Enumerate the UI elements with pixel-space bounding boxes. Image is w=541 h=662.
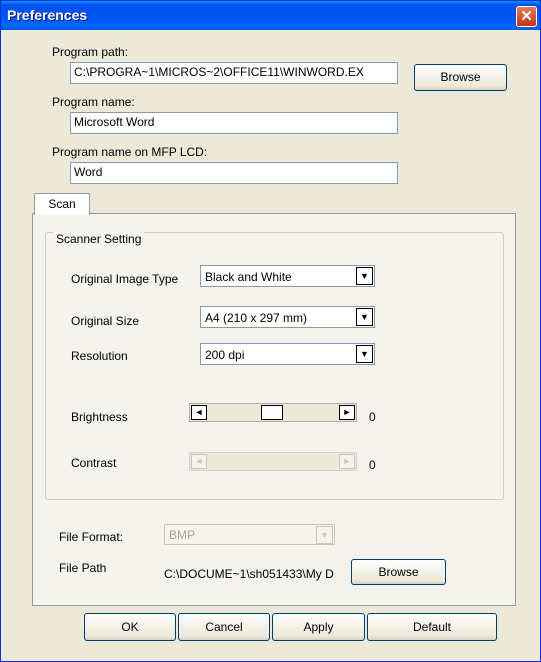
- ok-button[interactable]: OK: [84, 613, 176, 641]
- default-button[interactable]: Default: [367, 613, 497, 641]
- scanner-setting-label: Scanner Setting: [53, 232, 145, 246]
- contrast-slider[interactable]: ◄ ►: [189, 452, 357, 471]
- title-bar[interactable]: Preferences ✕: [1, 1, 540, 30]
- file-format-select[interactable]: BMP ▼: [164, 524, 335, 545]
- scroll-left-icon[interactable]: ◄: [191, 454, 207, 469]
- brightness-slider[interactable]: ◄ ►: [189, 403, 357, 422]
- program-name-input[interactable]: Microsoft Word: [70, 112, 398, 134]
- contrast-label: Contrast: [71, 456, 117, 470]
- scroll-right-icon[interactable]: ►: [339, 405, 355, 420]
- mfp-lcd-name-input[interactable]: Word: [70, 162, 398, 184]
- original-image-type-label: Original Image Type: [71, 272, 179, 286]
- brightness-value: 0: [369, 410, 376, 424]
- apply-button[interactable]: Apply: [272, 613, 365, 641]
- file-path-value: C:\DOCUME~1\sh051433\My D: [164, 567, 334, 581]
- scroll-right-icon[interactable]: ►: [339, 454, 355, 469]
- scroll-left-icon[interactable]: ◄: [191, 405, 207, 420]
- original-image-type-value: Black and White: [205, 270, 292, 284]
- chevron-down-icon[interactable]: ▼: [356, 345, 373, 363]
- cancel-button[interactable]: Cancel: [178, 613, 270, 641]
- chevron-down-icon[interactable]: ▼: [316, 526, 333, 544]
- program-path-label: Program path:: [52, 45, 129, 59]
- resolution-value: 200 dpi: [205, 348, 245, 362]
- program-path-input[interactable]: C:\PROGRA~1\MICROS~2\OFFICE11\WINWORD.EX: [70, 62, 398, 84]
- brightness-label: Brightness: [71, 410, 128, 424]
- window-title: Preferences: [7, 7, 88, 23]
- original-size-label: Original Size: [71, 314, 140, 328]
- original-size-value: A4 (210 x 297 mm): [205, 311, 308, 325]
- program-browse-button[interactable]: Browse: [414, 64, 507, 91]
- file-format-value: BMP: [169, 528, 196, 542]
- brightness-slider-thumb[interactable]: [261, 405, 283, 420]
- contrast-value: 0: [369, 458, 376, 472]
- preferences-dialog: Preferences ✕ Program path: C:\PROGRA~1\…: [0, 0, 541, 662]
- original-size-select[interactable]: A4 (210 x 297 mm) ▼: [200, 306, 375, 328]
- tab-scan[interactable]: Scan: [34, 193, 90, 215]
- mfp-lcd-name-label: Program name on MFP LCD:: [52, 145, 208, 159]
- file-path-browse-button[interactable]: Browse: [351, 559, 446, 585]
- file-format-label: File Format:: [59, 530, 124, 544]
- chevron-down-icon[interactable]: ▼: [356, 308, 373, 326]
- resolution-select[interactable]: 200 dpi ▼: [200, 343, 375, 365]
- file-path-label: File Path: [59, 561, 107, 575]
- original-image-type-select[interactable]: Black and White ▼: [200, 265, 375, 287]
- resolution-label: Resolution: [71, 349, 128, 363]
- close-icon[interactable]: ✕: [516, 6, 537, 27]
- chevron-down-icon[interactable]: ▼: [356, 267, 373, 285]
- program-name-label: Program name:: [52, 95, 135, 109]
